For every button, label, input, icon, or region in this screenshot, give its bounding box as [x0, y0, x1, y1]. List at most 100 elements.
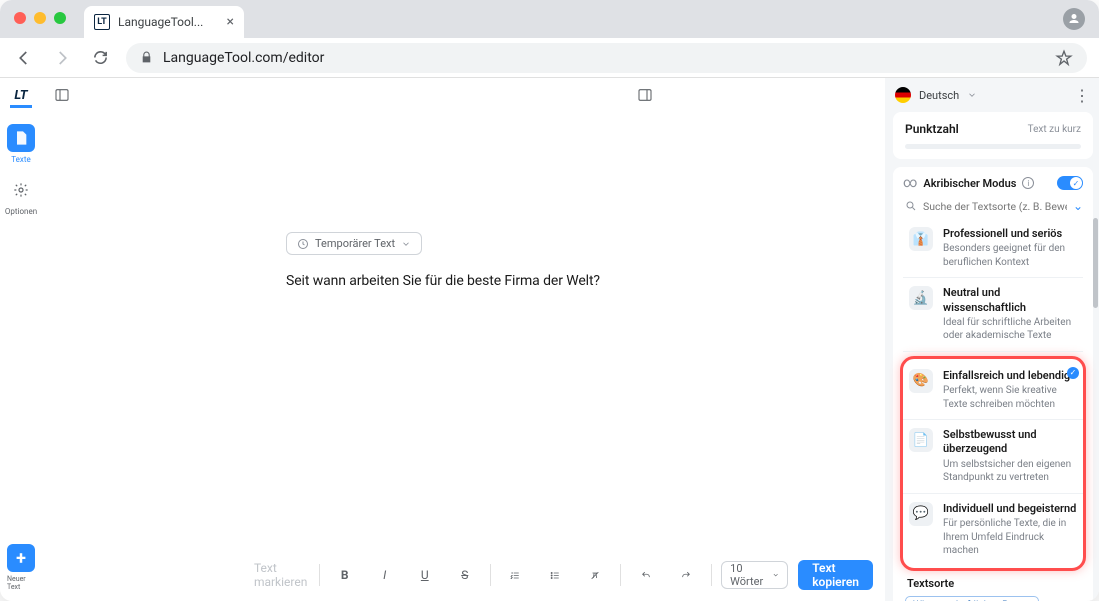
language-label[interactable]: Deutsch	[919, 89, 959, 102]
new-text-button[interactable]: + Neuer Text	[7, 544, 35, 591]
bookmark-star-icon[interactable]	[1055, 49, 1073, 67]
style-title: Einfallsreich und lebendig	[943, 369, 1077, 383]
style-icon: 🔬	[909, 286, 933, 310]
right-panel-scroll[interactable]: Punktzahl Text zu kurz ∞ Akribischer Mod…	[885, 112, 1099, 601]
strikethrough-button[interactable]: S	[450, 560, 480, 590]
scrollbar-thumb[interactable]	[1093, 218, 1098, 308]
reload-button[interactable]	[88, 46, 112, 70]
score-progress	[905, 144, 1081, 149]
mark-text-button[interactable]: Text markieren	[252, 560, 309, 590]
document-body[interactable]: Temporärer Text Seit wann arbeiten Sie f…	[42, 112, 885, 601]
bold-button[interactable]: B	[330, 560, 360, 590]
word-count-label: 10 Wörter	[730, 562, 766, 588]
underline-button[interactable]: U	[410, 560, 440, 590]
info-icon[interactable]: i	[1022, 177, 1034, 189]
document-icon	[7, 124, 35, 152]
textsort-search-input[interactable]	[923, 200, 1067, 213]
tab-title: LanguageTool...	[118, 15, 203, 29]
style-option-individuell[interactable]: 💬 Individuell und begeisternd Für persön…	[903, 494, 1083, 566]
plus-icon: +	[7, 544, 35, 572]
chevron-down-icon[interactable]	[967, 90, 977, 100]
score-label: Punktzahl	[905, 122, 959, 136]
left-panel-toggle[interactable]	[54, 87, 70, 103]
chip[interactable]: Wissenschaftliches Poster	[905, 596, 1039, 601]
language-flag-icon	[895, 87, 911, 103]
forward-button[interactable]	[50, 46, 74, 70]
unordered-list-button[interactable]	[540, 560, 570, 590]
italic-button[interactable]: I	[370, 560, 400, 590]
highlighted-style-group: 🎨 Einfallsreich und lebendig Perfekt, we…	[900, 356, 1086, 571]
browser-window: LT LanguageTool... × LanguageTool.com/ed…	[0, 0, 1099, 601]
style-title: Selbstbewusst und überzeugend	[943, 428, 1077, 457]
editor-topbar	[42, 78, 885, 112]
temporary-text-label: Temporärer Text	[315, 237, 395, 250]
bottom-toolbar: Text markieren B I U S 10 Wörter Text ko	[242, 555, 883, 595]
style-desc: Für persönliche Texte, die in Ihrem Umfe…	[943, 517, 1077, 558]
editor-content[interactable]: Seit wann arbeiten Sie für die beste Fir…	[286, 273, 885, 289]
gear-icon	[7, 176, 35, 204]
search-icon	[905, 200, 917, 212]
close-window-button[interactable]	[14, 12, 26, 24]
textsorte-heading: Textsorte	[907, 577, 1083, 590]
style-desc: Perfekt, wenn Sie kreative Texte schreib…	[943, 384, 1077, 411]
style-desc: Ideal für schriftliche Arbeiten oder aka…	[943, 316, 1077, 343]
ordered-list-button[interactable]	[500, 560, 530, 590]
maximize-window-button[interactable]	[54, 12, 66, 24]
style-option-selbstbewusst[interactable]: 📄 Selbstbewusst und überzeugend Um selbs…	[903, 420, 1083, 494]
right-panel-toggle[interactable]	[637, 87, 653, 103]
editor-area: Temporärer Text Seit wann arbeiten Sie f…	[42, 78, 885, 601]
chevron-down-icon[interactable]: ⌄	[1073, 199, 1083, 213]
temporary-text-dropdown[interactable]: Temporärer Text	[286, 232, 422, 255]
selected-check-icon: ✓	[1067, 367, 1079, 379]
new-text-label: Neuer Text	[7, 575, 35, 591]
score-card: Punktzahl Text zu kurz	[893, 112, 1093, 159]
url-bar: LanguageTool.com/editor	[0, 38, 1099, 78]
back-button[interactable]	[12, 46, 36, 70]
rail-texte-label: Texte	[11, 155, 30, 164]
window-controls	[14, 12, 66, 24]
style-icon: 📄	[909, 428, 933, 452]
clear-format-button[interactable]	[580, 560, 610, 590]
rail-optionen-label: Optionen	[5, 207, 37, 216]
url-text: LanguageTool.com/editor	[163, 50, 324, 66]
word-count-dropdown[interactable]: 10 Wörter	[721, 561, 788, 589]
tab-close-icon[interactable]: ×	[227, 15, 234, 29]
more-options-button[interactable]: ⋮	[1074, 86, 1089, 105]
redo-button[interactable]	[671, 560, 701, 590]
style-title: Professionell und seriös	[943, 227, 1077, 241]
mode-label: Akribischer Modus	[923, 177, 1016, 190]
tab-favicon: LT	[94, 14, 110, 30]
lock-icon	[140, 51, 153, 64]
style-desc: Um selbstsicher den eigenen Standpunkt z…	[943, 458, 1077, 485]
mode-toggle[interactable]	[1057, 176, 1083, 190]
textsorte-chips: Wissenschaftliches Poster Lobbyarbeit Ve…	[903, 596, 1083, 601]
textsort-search[interactable]: ⌄	[905, 199, 1083, 213]
style-option-einfallsreich[interactable]: 🎨 Einfallsreich und lebendig Perfekt, we…	[903, 361, 1083, 420]
clock-icon	[297, 238, 309, 250]
rail-optionen-button[interactable]: Optionen	[7, 172, 35, 220]
right-panel-header: Deutsch ⋮	[885, 78, 1099, 112]
style-option-neutral[interactable]: 🔬 Neutral und wissenschaftlich Ideal für…	[903, 278, 1083, 352]
style-title: Individuell und begeisternd	[943, 502, 1077, 516]
score-note: Text zu kurz	[1028, 124, 1081, 135]
style-title: Neutral und wissenschaftlich	[943, 286, 1077, 315]
browser-tab[interactable]: LT LanguageTool... ×	[84, 6, 244, 38]
profile-button[interactable]	[1063, 8, 1085, 30]
undo-button[interactable]	[631, 560, 661, 590]
mode-card: ∞ Akribischer Modus i ⌄ 👔 Pro	[893, 167, 1093, 601]
copy-text-button[interactable]: Text kopieren	[798, 560, 873, 590]
app-body: LT Texte Optionen + Neuer Text	[0, 78, 1099, 601]
rail-texte-button[interactable]: Texte	[7, 120, 35, 168]
style-option-professionell[interactable]: 👔 Professionell und seriös Besonders gee…	[903, 219, 1083, 278]
right-panel: Deutsch ⋮ Punktzahl Text zu kurz ∞ Akrib…	[885, 78, 1099, 601]
app-logo[interactable]: LT	[10, 86, 32, 108]
infinity-icon: ∞	[903, 175, 917, 191]
chevron-down-icon	[772, 570, 779, 580]
minimize-window-button[interactable]	[34, 12, 46, 24]
left-rail: LT Texte Optionen + Neuer Text	[0, 78, 42, 601]
style-icon: 🎨	[909, 369, 933, 393]
style-icon: 👔	[909, 227, 933, 251]
address-bar[interactable]: LanguageTool.com/editor	[126, 43, 1087, 73]
style-icon: 💬	[909, 502, 933, 526]
title-bar: LT LanguageTool... ×	[0, 0, 1099, 38]
